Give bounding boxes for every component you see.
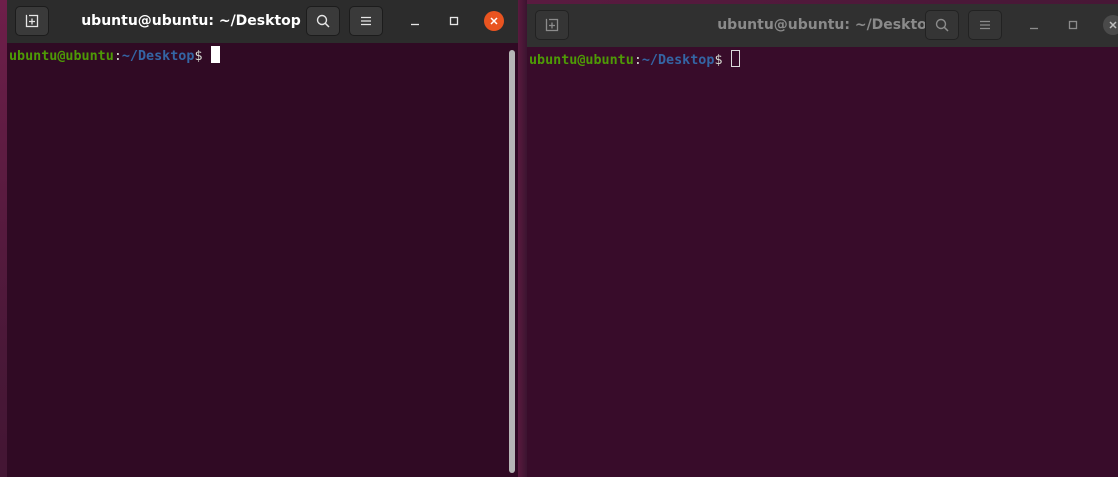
window-title: ubuntu@ubuntu: ~/Desktop bbox=[81, 13, 301, 29]
terminal-area[interactable]: ubuntu@ubuntu:~/Desktop$ bbox=[527, 47, 1118, 477]
scrollbar[interactable] bbox=[509, 50, 515, 473]
desktop-wallpaper bbox=[518, 0, 527, 477]
close-icon bbox=[490, 17, 498, 25]
terminal-window-left[interactable]: ubuntu@ubuntu: ~/Desktop ubuntu@ubuntu:~… bbox=[7, 0, 518, 477]
menu-button[interactable] bbox=[968, 10, 1002, 40]
menu-button[interactable] bbox=[349, 6, 383, 36]
prompt-symbol: $ bbox=[714, 53, 723, 68]
new-tab-icon bbox=[545, 18, 559, 32]
title-bar[interactable]: ubuntu@ubuntu: ~/Desktop bbox=[527, 4, 1118, 47]
minimize-button[interactable] bbox=[405, 11, 425, 31]
text-cursor bbox=[730, 50, 740, 67]
prompt-symbol: $ bbox=[194, 49, 203, 64]
prompt-user-host: ubuntu@ubuntu bbox=[9, 49, 114, 64]
search-button[interactable] bbox=[306, 6, 340, 36]
search-button[interactable] bbox=[925, 10, 959, 40]
terminal-area[interactable]: ubuntu@ubuntu:~/Desktop$ bbox=[7, 43, 518, 477]
prompt-line: ubuntu@ubuntu:~/Desktop$ bbox=[529, 50, 740, 68]
search-icon bbox=[935, 18, 949, 32]
maximize-button[interactable] bbox=[1063, 15, 1083, 35]
new-tab-icon bbox=[25, 14, 39, 28]
new-tab-button[interactable] bbox=[535, 10, 569, 40]
minimize-icon bbox=[1030, 27, 1038, 30]
prompt-user-host: ubuntu@ubuntu bbox=[529, 53, 634, 68]
new-tab-button[interactable] bbox=[15, 6, 49, 36]
maximize-button[interactable] bbox=[444, 11, 464, 31]
close-icon bbox=[1109, 21, 1117, 29]
close-button[interactable] bbox=[484, 11, 504, 31]
title-bar[interactable]: ubuntu@ubuntu: ~/Desktop bbox=[7, 0, 518, 43]
window-title: ubuntu@ubuntu: ~/Desktop bbox=[717, 17, 937, 33]
maximize-icon bbox=[1068, 20, 1078, 30]
minimize-icon bbox=[411, 23, 419, 26]
prompt-path: ~/Desktop bbox=[121, 49, 195, 64]
prompt-colon: : bbox=[113, 49, 122, 64]
prompt-path: ~/Desktop bbox=[641, 53, 715, 68]
maximize-icon bbox=[449, 16, 459, 26]
terminal-window-right[interactable]: ubuntu@ubuntu: ~/Desktop ubuntu@ubuntu:~… bbox=[527, 4, 1118, 477]
prompt-line: ubuntu@ubuntu:~/Desktop$ bbox=[9, 46, 220, 64]
close-button[interactable] bbox=[1103, 15, 1118, 35]
hamburger-menu-icon bbox=[980, 20, 990, 30]
prompt-colon: : bbox=[633, 53, 642, 68]
hamburger-menu-icon bbox=[361, 16, 371, 26]
search-icon bbox=[316, 14, 330, 28]
text-cursor bbox=[210, 46, 220, 63]
minimize-button[interactable] bbox=[1024, 15, 1044, 35]
